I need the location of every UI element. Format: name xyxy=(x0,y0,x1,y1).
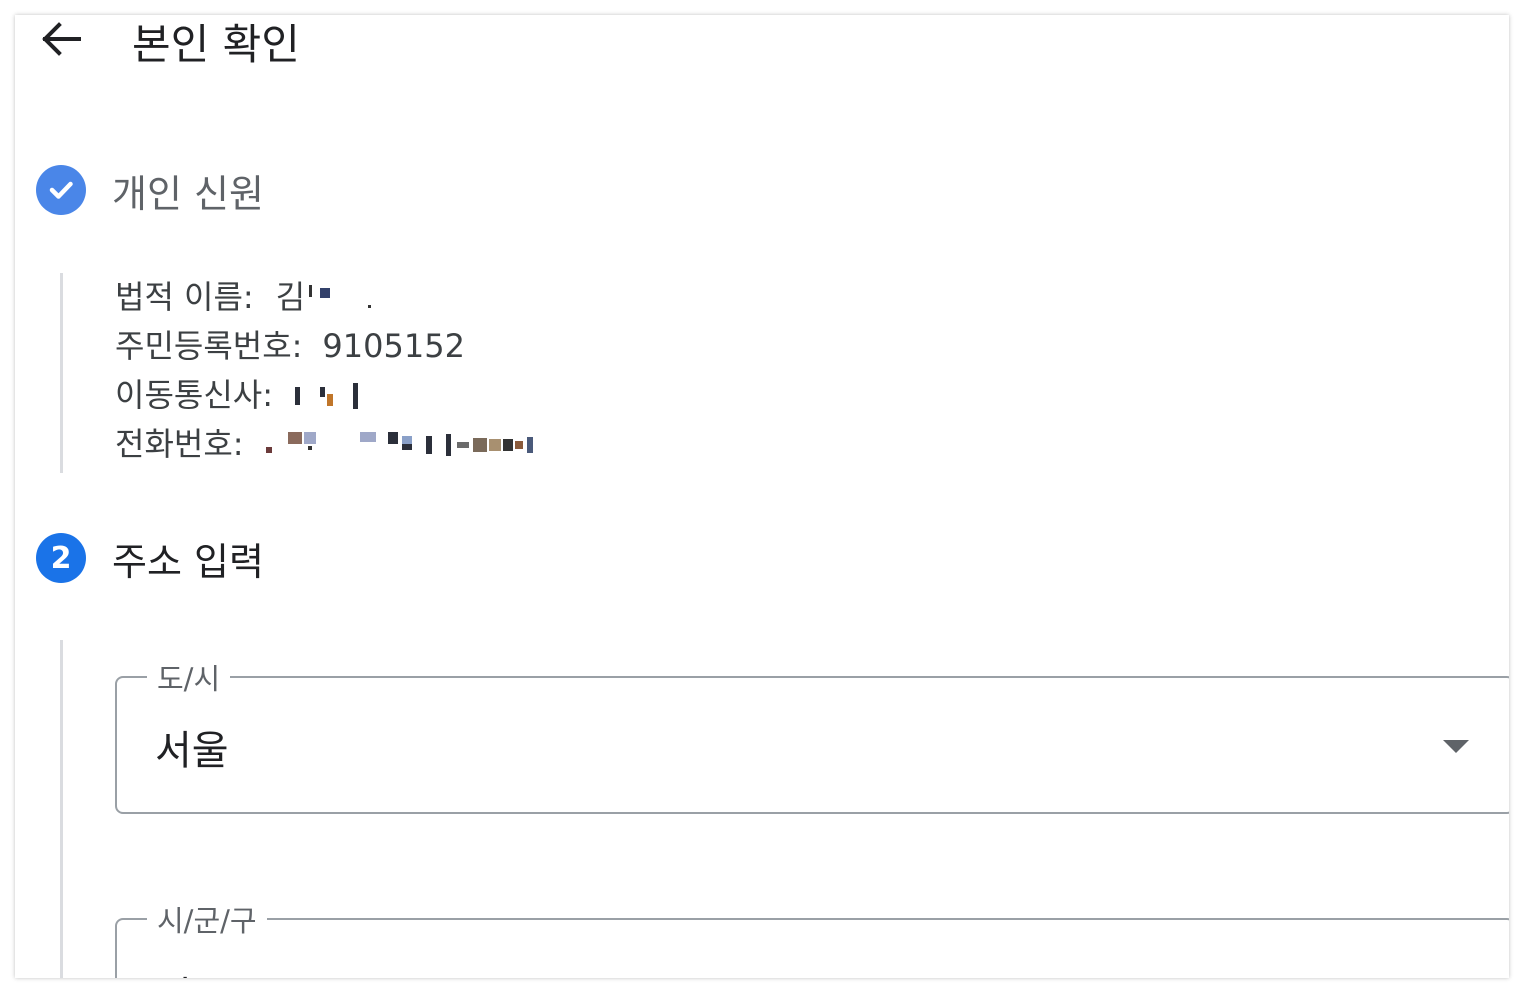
back-button[interactable] xyxy=(37,17,85,61)
arrow-left-icon xyxy=(42,22,81,56)
legal-name-value: 김 xyxy=(275,278,306,316)
phone-row: 전화번호: xyxy=(115,420,533,469)
dropdown-arrow-icon[interactable] xyxy=(1443,740,1469,753)
district-select-value: 서도구 xyxy=(155,964,265,978)
step-title-address-entry[interactable]: 주소 입력 xyxy=(112,531,264,586)
redacted-value xyxy=(294,381,358,411)
redacted-value xyxy=(309,283,372,313)
phone-label: 전화번호: xyxy=(115,425,244,463)
step-connector xyxy=(60,273,63,473)
city-select-label: 도/시 xyxy=(147,656,231,698)
step-connector xyxy=(60,640,63,978)
district-select[interactable]: 시/군/구 서도구 xyxy=(115,898,1509,978)
identity-verification-card: 본인 확인 개인 신원 법적 이름: 김 주민등록번호: 9105152 이동통… xyxy=(15,15,1509,978)
legal-name-label: 법적 이름: xyxy=(115,278,254,316)
step-title-personal-identity[interactable]: 개인 신원 xyxy=(112,163,264,218)
city-select-value: 서울 xyxy=(155,728,229,774)
carrier-label: 이동통신사: xyxy=(115,376,273,414)
check-icon xyxy=(49,181,73,199)
resident-number-label: 주민등록번호: xyxy=(115,327,303,365)
redacted-value xyxy=(265,430,533,460)
identity-summary: 법적 이름: 김 주민등록번호: 9105152 이동통신사: 전화번호: xyxy=(115,273,533,469)
legal-name-row: 법적 이름: 김 xyxy=(115,273,533,322)
district-select-label: 시/군/구 xyxy=(147,898,267,940)
resident-number-row: 주민등록번호: 9105152 xyxy=(115,322,533,371)
resident-number-value: 9105152 xyxy=(322,327,465,365)
city-select[interactable]: 도/시 서울 xyxy=(115,656,1509,814)
page-title: 본인 확인 xyxy=(132,20,300,69)
step-complete-badge xyxy=(36,165,86,215)
step-number-badge: 2 xyxy=(36,533,86,583)
carrier-row: 이동통신사: xyxy=(115,371,533,420)
